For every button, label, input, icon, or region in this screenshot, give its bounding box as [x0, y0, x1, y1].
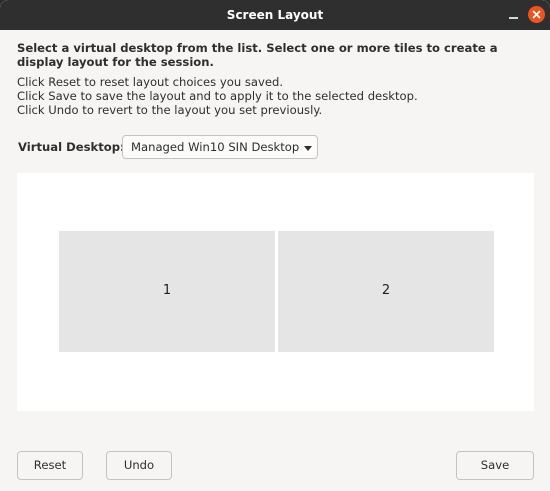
reset-button[interactable]: Reset	[17, 451, 83, 480]
save-button[interactable]: Save	[456, 451, 534, 480]
instruction-reset: Click Reset to reset layout choices you …	[17, 75, 284, 89]
screen-layout-window: Screen Layout Select a virtual desktop f…	[0, 0, 550, 491]
display-tile-1[interactable]: 1	[59, 231, 275, 352]
undo-button[interactable]: Undo	[106, 451, 172, 480]
instruction-undo: Click Undo to revert to the layout you s…	[17, 103, 323, 117]
display-tile-2[interactable]: 2	[278, 231, 494, 352]
tile-label: 1	[162, 283, 172, 298]
instructions-heading: Select a virtual desktop from the list. …	[17, 41, 498, 69]
virtual-desktop-selected: Managed Win10 SIN Desktop	[131, 140, 300, 154]
layout-panel: 1 2	[17, 173, 534, 411]
virtual-desktop-label: Virtual Desktop:	[18, 140, 125, 154]
minimize-icon[interactable]	[505, 6, 523, 24]
virtual-desktop-dropdown[interactable]: Managed Win10 SIN Desktop	[122, 135, 318, 159]
instruction-save: Click Save to save the layout and to app…	[17, 89, 418, 103]
close-icon[interactable]	[528, 6, 545, 23]
tile-label: 2	[381, 283, 391, 298]
title-bar[interactable]: Screen Layout	[0, 0, 550, 30]
window-title: Screen Layout	[226, 8, 324, 22]
chevron-down-icon	[304, 146, 312, 151]
